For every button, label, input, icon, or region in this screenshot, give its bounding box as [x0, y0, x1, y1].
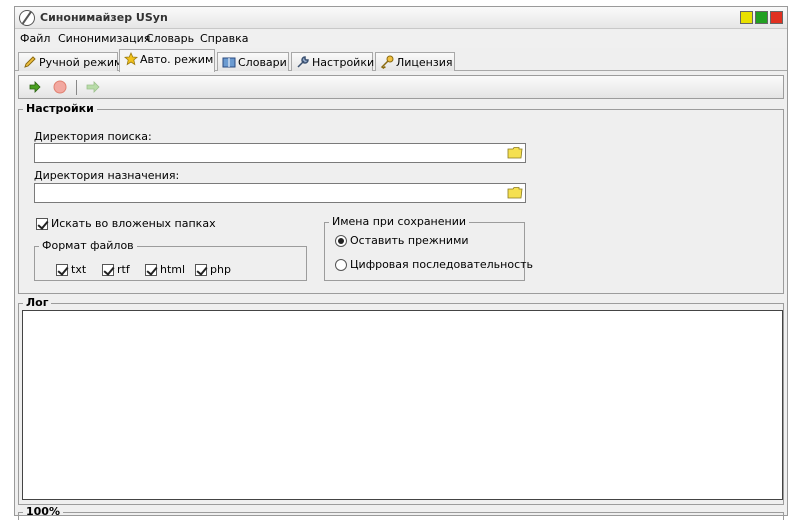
checkbox-box: [36, 217, 48, 230]
menu-synonymize[interactable]: Синонимизация: [58, 32, 150, 45]
tab-label: Настройки: [312, 56, 375, 69]
toolbar: [18, 75, 784, 99]
settings-legend: Настройки: [26, 102, 94, 115]
radio-dot: [335, 258, 347, 271]
radio-label: Оставить прежними: [350, 234, 469, 247]
tab-manual-mode[interactable]: Ручной режим: [18, 52, 122, 71]
log-textarea[interactable]: [22, 310, 783, 500]
toolbar-separator: [76, 80, 77, 95]
keep-names-radio[interactable]: Оставить прежними: [335, 234, 469, 247]
status-group: 100%: [18, 506, 784, 520]
tab-label: Лицензия: [396, 56, 453, 69]
dest-dir-input[interactable]: [34, 183, 526, 203]
format-label: html: [160, 263, 186, 276]
search-subfolders-label: Искать во вложеных папках: [51, 217, 216, 230]
checkbox-box: [56, 263, 68, 276]
maximize-button[interactable]: [755, 11, 768, 24]
main-window: Синонимайзер USyn Файл Синонимизация Сло…: [14, 6, 788, 520]
wrench-icon: [297, 56, 309, 68]
star-icon: [124, 52, 138, 66]
window-title: Синонимайзер USyn: [40, 11, 168, 24]
tab-bar: Ручной режим Авто. режим Словари Настрой…: [15, 49, 787, 72]
save-names-legend: Имена при сохранении: [332, 215, 467, 228]
title-bar[interactable]: Синонимайзер USyn: [15, 7, 787, 29]
next-button[interactable]: [85, 79, 101, 95]
format-label: txt: [71, 263, 87, 276]
checkbox-box: [145, 263, 157, 276]
folder-icon[interactable]: [507, 186, 523, 200]
radio-label: Цифровая последовательность: [350, 258, 534, 271]
log-legend: Лог: [26, 296, 49, 309]
radio-dot: [335, 234, 347, 247]
tab-label: Авто. режим: [140, 53, 214, 66]
tab-label: Ручной режим: [39, 56, 123, 69]
file-format-legend: Формат файлов: [42, 239, 134, 252]
menu-bar: Файл Синонимизация Словарь Справка: [15, 30, 787, 48]
tab-license[interactable]: Лицензия: [375, 52, 455, 71]
menu-file[interactable]: Файл: [20, 32, 50, 45]
format-html-checkbox[interactable]: html: [145, 263, 185, 276]
tab-auto-mode[interactable]: Авто. режим: [119, 49, 215, 72]
book-icon: [222, 57, 236, 68]
minimize-button[interactable]: [740, 11, 753, 24]
checkbox-box: [195, 263, 207, 276]
key-icon: [380, 55, 394, 69]
format-label: php: [210, 263, 231, 276]
progress-status: 100%: [26, 505, 60, 518]
tab-settings[interactable]: Настройки: [291, 52, 375, 71]
search-subfolders-checkbox[interactable]: Искать во вложеных папках: [36, 217, 216, 230]
tab-dictionaries[interactable]: Словари: [217, 52, 289, 71]
checkbox-box: [102, 263, 114, 276]
menu-help[interactable]: Справка: [200, 32, 248, 45]
numeric-sequence-radio[interactable]: Цифровая последовательность: [335, 258, 533, 271]
folder-icon[interactable]: [507, 146, 523, 160]
close-button[interactable]: [770, 11, 783, 24]
dest-dir-label: Директория назначения:: [34, 169, 180, 182]
start-button[interactable]: [27, 79, 43, 95]
search-dir-input[interactable]: [34, 143, 526, 163]
app-logo-icon: [19, 10, 35, 26]
pencil-icon: [24, 56, 36, 68]
tab-label: Словари: [238, 56, 287, 69]
menu-dictionary[interactable]: Словарь: [146, 32, 194, 45]
format-txt-checkbox[interactable]: txt: [56, 263, 86, 276]
format-label: rtf: [117, 263, 130, 276]
format-php-checkbox[interactable]: php: [195, 263, 231, 276]
save-names-group: Имена при сохранении: [324, 216, 525, 281]
format-rtf-checkbox[interactable]: rtf: [102, 263, 130, 276]
stop-button[interactable]: [52, 79, 68, 95]
search-dir-label: Директория поиска:: [34, 130, 152, 143]
